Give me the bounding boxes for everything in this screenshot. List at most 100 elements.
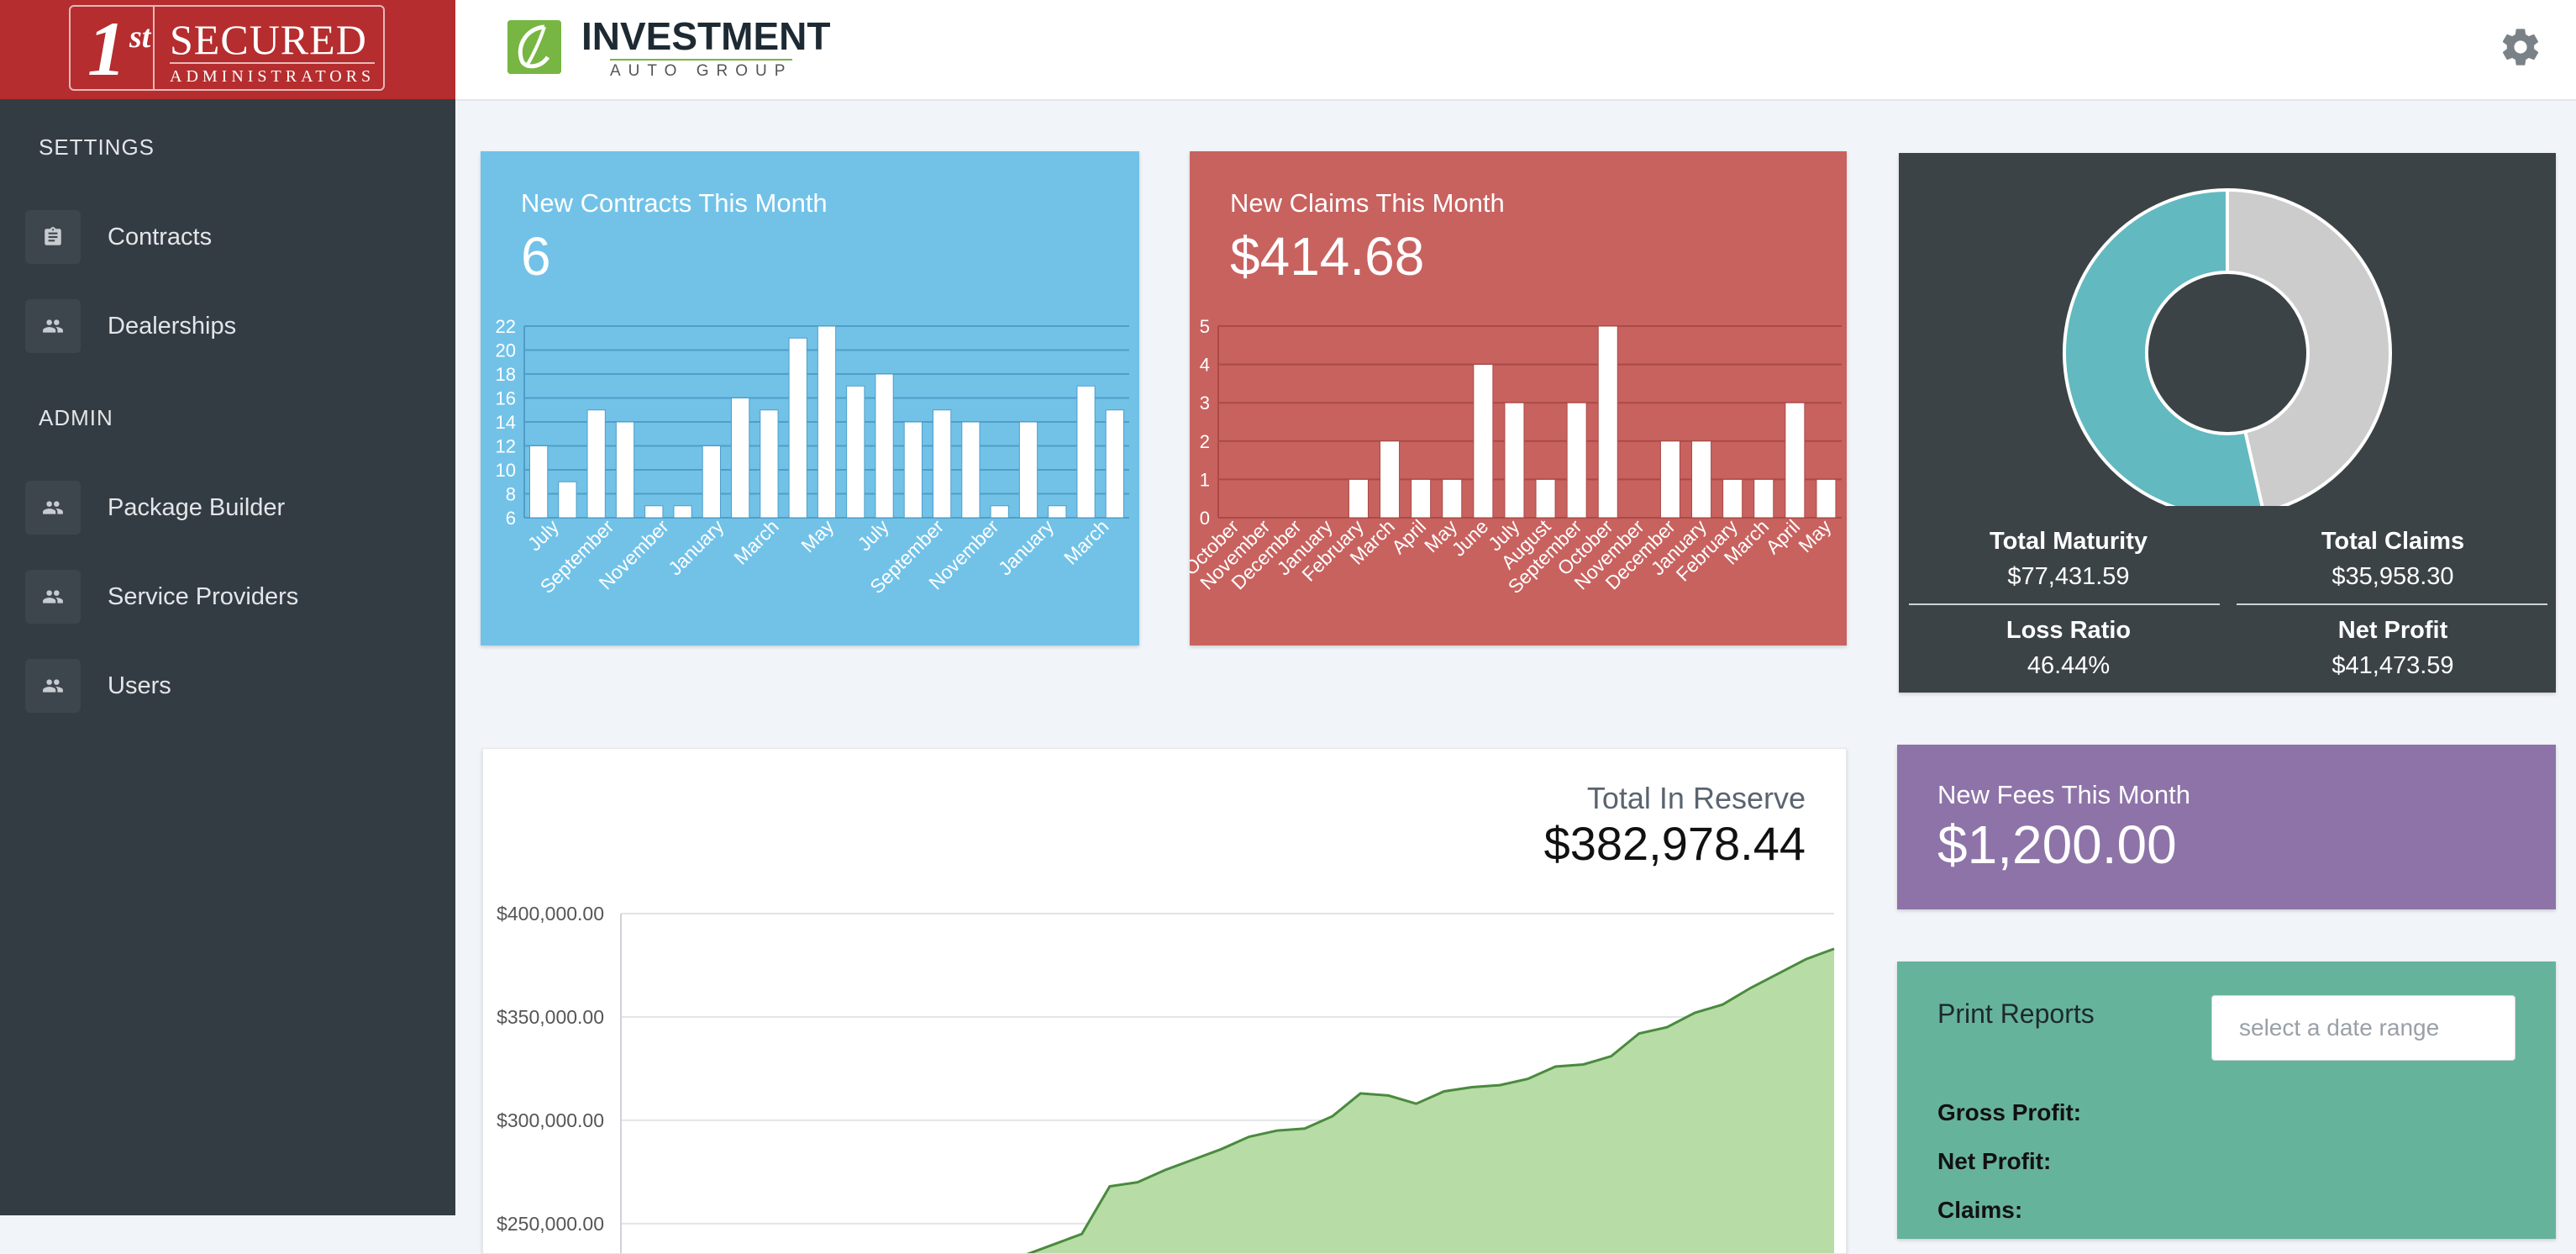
gear-icon[interactable] (2499, 25, 2542, 73)
bar (529, 445, 549, 519)
print-reports-card: Print Reports Gross Profit: Net Profit: … (1897, 962, 2556, 1239)
sidebar-item-label: Package Builder (108, 494, 286, 521)
summary-card: Total Maturity $77,431.59 Total Claims $… (1899, 153, 2556, 693)
sidebar-item-users[interactable]: Users (25, 659, 445, 713)
date-range-input[interactable] (2211, 995, 2516, 1061)
x-tick-label: July (523, 515, 564, 556)
claims-bar-chart: 012345OctoberNovemberDecemberJanuaryFebr… (1190, 316, 1842, 598)
loss-ratio-value: 46.44% (2027, 652, 2111, 679)
logo-frame: 1 st SECURED ADMINISTRATORS (69, 5, 385, 91)
sidebar-item-label: Dealerships (108, 313, 237, 340)
sidebar-item-package-builder[interactable]: Package Builder (25, 481, 445, 535)
total-maturity-value: $77,431.59 (2007, 563, 2130, 590)
logo-mark: 1 (87, 6, 126, 92)
y-tick-label: 4 (1200, 355, 1210, 376)
bar (903, 421, 923, 519)
loss-ratio-label: Loss Ratio (2006, 617, 2132, 644)
bar (644, 505, 664, 519)
bar (1659, 440, 1680, 519)
bar (846, 385, 865, 519)
bar (1018, 421, 1038, 519)
bar (558, 481, 577, 519)
bar (1753, 478, 1774, 519)
bar (1785, 402, 1806, 519)
y-tick-label: 0 (1200, 508, 1210, 529)
y-tick-label: 22 (496, 316, 516, 337)
x-tick-label: March (1059, 515, 1113, 569)
card-value: $1,200.00 (1937, 814, 2177, 875)
bar (1380, 440, 1401, 519)
bar (961, 421, 980, 519)
total-claims-value: $35,958.30 (2332, 563, 2454, 590)
bar (1566, 402, 1587, 519)
clipboard-icon (25, 210, 81, 264)
bar (1048, 505, 1067, 519)
bar (731, 398, 750, 519)
logo-mark-sup: st (129, 19, 151, 55)
y-tick-label: 20 (496, 340, 516, 361)
x-tick-label: March (729, 515, 783, 569)
y-tick-label: 16 (496, 388, 516, 409)
divider (2237, 603, 2547, 605)
sidebar-item-label: Service Providers (108, 583, 299, 610)
bar (673, 505, 692, 519)
bar (615, 421, 635, 519)
bar (1691, 440, 1712, 519)
y-tick-label: 2 (1200, 431, 1210, 452)
divider (1909, 603, 2220, 605)
people-icon (25, 570, 81, 624)
bar (990, 505, 1009, 519)
total-reserve-card: Total In Reserve $382,978.44 $400,000.00… (482, 748, 1847, 1254)
people-icon (25, 481, 81, 535)
people-icon (25, 299, 81, 353)
sidebar: 1 st SECURED ADMINISTRATORS SETTINGS Con… (0, 0, 455, 1215)
bar (933, 409, 952, 519)
new-contracts-card: New Contracts This Month 6 6 8 10 12 14 16 18 2… (481, 151, 1139, 645)
net-profit-value: $41,473.59 (2332, 652, 2454, 679)
claims-label: Claims: (1937, 1197, 2023, 1223)
reserve-area (1029, 948, 1834, 1253)
bar (702, 445, 721, 519)
y-tick-label: 10 (496, 460, 516, 481)
brand-logo-icon (507, 20, 561, 74)
y-tick-label: $300,000.00 (497, 1109, 604, 1131)
brand-title: INVESTMENT (581, 14, 831, 58)
y-tick-label: $250,000.00 (497, 1213, 604, 1235)
y-tick-label: 6 (506, 508, 516, 529)
x-tick-label: May (1794, 515, 1835, 556)
bar (817, 325, 837, 519)
sidebar-item-service-providers[interactable]: Service Providers (25, 570, 445, 624)
company-logo[interactable]: 1 st SECURED ADMINISTRATORS (0, 0, 455, 99)
contracts-bar-chart: 6810121416182022JulySeptemberNovemberJan… (496, 316, 1129, 598)
card-title: New Fees This Month (1937, 780, 2190, 809)
bar (875, 373, 894, 519)
bar (1473, 364, 1494, 519)
sidebar-item-dealerships[interactable]: Dealerships (25, 299, 445, 353)
sidebar-item-contracts[interactable]: Contracts (25, 210, 445, 264)
bar (586, 409, 606, 519)
bar (1535, 478, 1556, 519)
bar (788, 337, 807, 519)
y-tick-label: 1 (1200, 469, 1210, 490)
y-tick-label: $400,000.00 (497, 903, 604, 925)
x-tick-label: January (664, 515, 728, 580)
y-tick-label: 18 (496, 364, 516, 385)
bar (1597, 325, 1618, 519)
brand-subtitle: AUTO GROUP (610, 59, 793, 81)
logo-word: SECURED (170, 16, 367, 63)
x-tick-label: July (853, 515, 893, 556)
donut-chart (2063, 187, 2392, 506)
sidebar-item-label: Users (108, 672, 171, 699)
admin-heading: ADMIN (39, 405, 113, 430)
y-tick-label: 8 (506, 484, 516, 505)
logo-sub: ADMINISTRATORS (170, 62, 376, 87)
new-fees-card: New Fees This Month $1,200.00 (1897, 745, 2556, 909)
card-title: Print Reports (1937, 998, 2095, 1029)
logo-divider (153, 7, 155, 91)
x-tick-label: January (994, 515, 1059, 580)
bar (1411, 478, 1432, 519)
net-profit-label: Net Profit (2337, 617, 2448, 644)
sidebar-item-label: Contracts (108, 224, 213, 250)
y-tick-label: 14 (496, 412, 516, 433)
reserve-area-chart: $400,000.00 $350,000.00 $300,000.00 $250,00… (497, 903, 1835, 1253)
